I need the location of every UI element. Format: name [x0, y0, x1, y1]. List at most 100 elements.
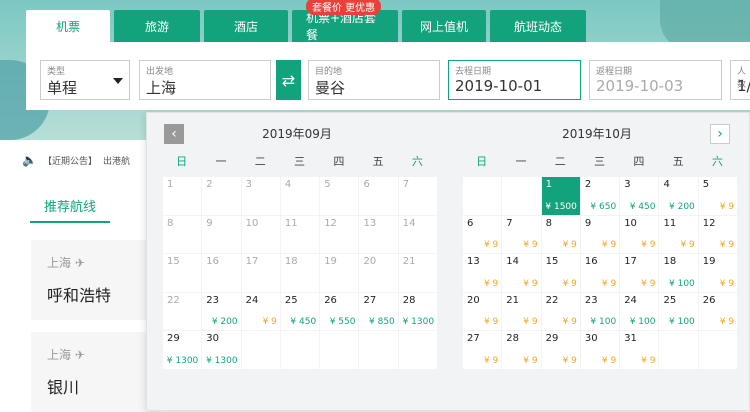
- tab-travel[interactable]: 旅游: [114, 10, 200, 42]
- calendar-day[interactable]: 8 ¥ 9: [541, 215, 580, 253]
- day-price: ¥ 9: [601, 355, 617, 366]
- calendar-day[interactable]: 22 ¥ 9: [541, 292, 580, 330]
- day-number: 2: [206, 179, 213, 190]
- calendar-day: 18: [280, 254, 320, 292]
- notice-label[interactable]: 【近期公告】: [43, 154, 97, 167]
- calendar-day: 19: [320, 254, 359, 292]
- notice-text[interactable]: 出港航: [103, 154, 130, 167]
- calendar-empty: [463, 177, 502, 215]
- day-number: 12: [702, 217, 716, 229]
- route-card[interactable]: 上海 ✈ 呼和浩特: [31, 240, 161, 320]
- calendar-day[interactable]: 25 ¥ 450: [280, 292, 320, 330]
- calendar-day[interactable]: 26 ¥ 550: [320, 292, 359, 330]
- weekday-label: 六: [411, 155, 423, 168]
- calendar-day[interactable]: 13 ¥ 9: [463, 254, 502, 292]
- day-number: 24: [245, 294, 259, 306]
- calendar-day[interactable]: 24 ¥ 100: [620, 292, 659, 330]
- day-number: 29: [545, 333, 559, 344]
- day-number: 21: [506, 294, 520, 306]
- calendar-day[interactable]: 19 ¥ 9: [698, 254, 738, 292]
- tab-checkin[interactable]: 网上值机: [402, 10, 486, 42]
- calendar-empty: [698, 331, 738, 369]
- day-number: 3: [624, 179, 631, 190]
- weekday-label: 五: [672, 155, 684, 168]
- day-number: 7: [506, 217, 513, 229]
- day-number: 19: [324, 256, 337, 267]
- calendar-day[interactable]: 4 ¥ 200: [659, 177, 698, 215]
- calendar-day[interactable]: 29 ¥ 9: [541, 331, 580, 369]
- calendar-day[interactable]: 26 ¥ 9: [698, 292, 738, 330]
- return-date-field[interactable]: 返程日期 2019-10-03: [589, 60, 722, 100]
- chevron-left-icon[interactable]: ‹: [164, 124, 184, 144]
- day-price: ¥ 9: [483, 278, 499, 289]
- calendar-day[interactable]: 23 ¥ 200: [202, 292, 241, 330]
- calendar-day[interactable]: 11 ¥ 9: [659, 215, 698, 253]
- day-price: ¥ 9: [719, 201, 735, 212]
- day-number: 5: [324, 179, 331, 190]
- calendar-day[interactable]: 1 ¥ 1500: [541, 177, 580, 215]
- promo-badge: 套餐价 更优惠: [306, 0, 382, 15]
- route-card[interactable]: 上海 ✈ 银川: [31, 332, 161, 412]
- day-number: 13: [363, 217, 377, 229]
- calendar-day[interactable]: 27 ¥ 850: [359, 292, 398, 330]
- field-value: 曼谷: [315, 79, 346, 97]
- calendar-day[interactable]: 20 ¥ 9: [463, 292, 502, 330]
- calendar-day[interactable]: 30 ¥ 1300: [202, 331, 241, 369]
- route-origin: 上海 ✈: [47, 348, 85, 362]
- day-price: ¥ 9: [601, 240, 617, 250]
- calendar-day[interactable]: 3 ¥ 450: [620, 177, 659, 215]
- calendar-day[interactable]: 24 ¥ 9: [241, 292, 280, 330]
- calendar-day[interactable]: 29 ¥ 1300: [163, 331, 202, 369]
- calendar-day[interactable]: 14 ¥ 9: [502, 254, 541, 292]
- day-price: ¥ 1300: [402, 317, 435, 327]
- chevron-right-icon[interactable]: ›: [710, 124, 730, 144]
- calendar-day[interactable]: 12 ¥ 9: [698, 215, 738, 253]
- calendar-day[interactable]: 31 ¥ 9: [620, 331, 659, 369]
- calendar-day[interactable]: 28 ¥ 9: [502, 331, 541, 369]
- day-number: 5: [702, 179, 710, 190]
- field-label: 返程日期: [596, 67, 633, 77]
- calendar-day[interactable]: 18 ¥ 100: [659, 254, 698, 292]
- calendar-day[interactable]: 5 ¥ 9: [698, 177, 738, 215]
- day-number: 14: [402, 217, 416, 229]
- tab-recommended[interactable]: 推荐航线: [30, 196, 111, 223]
- swap-icon[interactable]: ⇄: [276, 60, 301, 100]
- calendar-day[interactable]: 10 ¥ 9: [620, 215, 659, 253]
- day-price: ¥ 450: [290, 317, 317, 327]
- calendar-day[interactable]: 27 ¥ 9: [463, 331, 502, 369]
- calendar-empty: [280, 331, 320, 369]
- calendar-day[interactable]: 28 ¥ 1300: [398, 292, 438, 330]
- calendar-empty: [359, 331, 398, 369]
- day-number: 27: [363, 294, 377, 306]
- day-number: 8: [545, 217, 552, 229]
- passenger-field[interactable]: 人数 1/: [730, 60, 750, 100]
- calendar-empty: [659, 331, 698, 369]
- calendar-day[interactable]: 9 ¥ 9: [580, 215, 620, 253]
- calendar-day[interactable]: 2 ¥ 650: [580, 177, 620, 215]
- tab-flights[interactable]: 机票: [26, 10, 110, 42]
- depart-date-field[interactable]: 去程日期 2019-10-01: [448, 60, 581, 100]
- tab-hotel[interactable]: 酒店: [204, 10, 288, 42]
- day-price: ¥ 100: [629, 317, 656, 327]
- calendar-day[interactable]: 23 ¥ 100: [580, 292, 620, 330]
- day-number: 15: [167, 256, 180, 267]
- weekday-label: 三: [594, 155, 606, 168]
- weekday-label: 六: [711, 155, 723, 168]
- day-price: ¥ 9: [562, 317, 577, 327]
- calendar-day[interactable]: 17 ¥ 9: [620, 254, 659, 292]
- day-number: 20: [467, 294, 480, 306]
- calendar-day[interactable]: 7 ¥ 9: [502, 215, 541, 253]
- tab-flight-status[interactable]: 航班动态: [490, 10, 586, 42]
- to-field[interactable]: 目的地 曼谷: [308, 60, 440, 100]
- weekday-label: 四: [333, 155, 345, 168]
- speaker-icon: 🔈: [22, 153, 37, 167]
- from-field[interactable]: 出发地 上海: [139, 60, 271, 100]
- calendar-day[interactable]: 16 ¥ 9: [580, 254, 620, 292]
- calendar-day[interactable]: 30 ¥ 9: [580, 331, 620, 369]
- day-number: 14: [506, 256, 520, 267]
- calendar-day[interactable]: 6 ¥ 9: [463, 215, 502, 253]
- trip-type-select[interactable]: 类型 单程: [40, 60, 130, 100]
- calendar-day[interactable]: 21 ¥ 9: [502, 292, 541, 330]
- calendar-day[interactable]: 25 ¥ 100: [659, 292, 698, 330]
- calendar-day[interactable]: 15 ¥ 9: [541, 254, 580, 292]
